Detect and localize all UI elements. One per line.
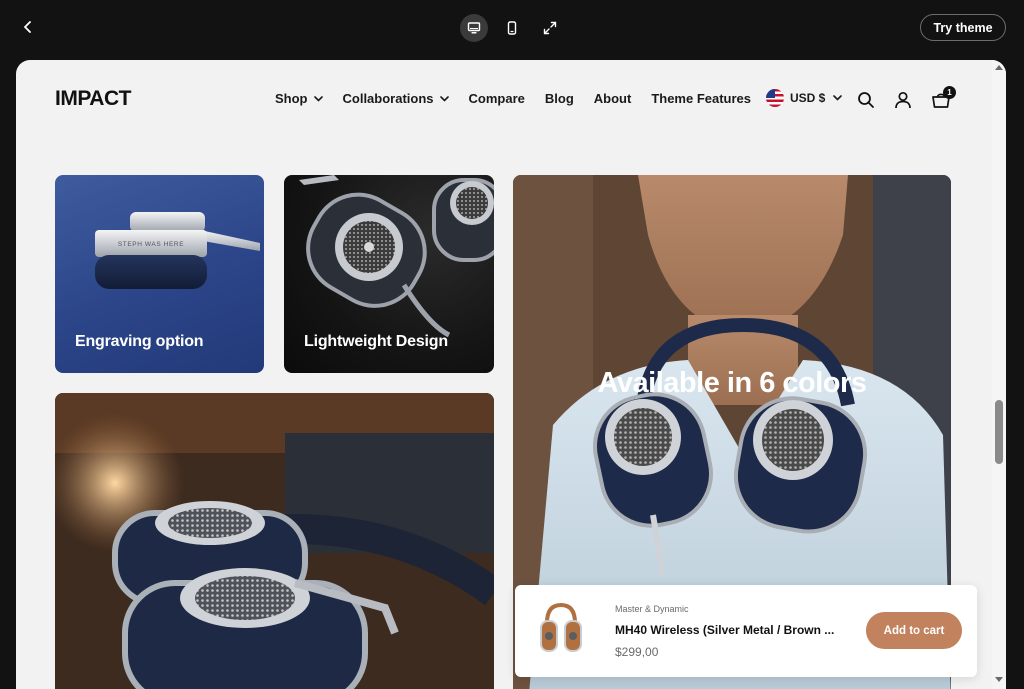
user-icon: [895, 91, 911, 109]
mobile-icon: [507, 21, 517, 35]
scroll-up-arrow-icon[interactable]: [994, 62, 1004, 72]
store-preview-frame: IMPACT Shop Collaborations Compare Blog …: [16, 60, 1006, 689]
chevron-down-icon: [833, 95, 843, 101]
nav-item-label: About: [593, 91, 632, 106]
scroll-down-arrow-icon[interactable]: [994, 675, 1004, 685]
nav-item-label: Collaborations: [342, 91, 434, 106]
tile-headphones-lifestyle[interactable]: [55, 393, 494, 689]
tile-engraving-option[interactable]: STEPH WAS HERE Engraving option: [55, 175, 264, 373]
tile-caption: Engraving option: [75, 333, 204, 350]
try-theme-button[interactable]: Try theme: [920, 14, 1006, 41]
chevron-down-icon: [439, 95, 449, 102]
search-button[interactable]: [855, 89, 877, 111]
nav-item-shop[interactable]: Shop: [275, 91, 323, 106]
nav-item-label: Compare: [468, 91, 525, 106]
nav-item-label: Shop: [275, 91, 308, 106]
nav-item-label: Theme Features: [651, 91, 752, 106]
chevron-down-icon: [313, 95, 323, 102]
us-flag-icon: [766, 89, 784, 107]
cart-count-badge: 1: [943, 86, 956, 99]
chevron-left-icon: [24, 21, 31, 33]
tile-caption: Lightweight Design: [304, 333, 448, 350]
cart-button[interactable]: 1: [930, 86, 956, 111]
nav-item-blog[interactable]: Blog: [545, 91, 574, 106]
scroll-thumb[interactable]: [995, 400, 1003, 464]
preview-toolbar: Try theme: [0, 0, 1024, 58]
expand-icon: [543, 21, 557, 35]
nav-item-collaborations[interactable]: Collaborations: [343, 91, 449, 106]
currency-selector[interactable]: USD $: [766, 89, 843, 107]
product-thumbnail[interactable]: [535, 599, 587, 663]
main-navigation: Shop Collaborations Compare Blog About T…: [275, 91, 771, 106]
add-to-cart-button[interactable]: Add to cart: [866, 612, 962, 649]
store-logo[interactable]: IMPACT: [55, 87, 131, 111]
desktop-view-button[interactable]: [460, 14, 488, 42]
sticky-add-to-cart-bar: Master & Dynamic MH40 Wireless (Silver M…: [515, 585, 977, 677]
nav-item-label: Blog: [544, 91, 574, 106]
headphones-on-table-image: [55, 393, 494, 689]
store-header: IMPACT Shop Collaborations Compare Blog …: [16, 60, 992, 140]
engraving-text: STEPH WAS HERE: [118, 241, 184, 248]
tile-lightweight-design[interactable]: Lightweight Design: [284, 175, 494, 373]
desktop-icon: [467, 22, 481, 34]
product-title[interactable]: MH40 Wireless (Silver Metal / Brown ...: [615, 623, 834, 637]
nav-item-about[interactable]: About: [594, 91, 632, 106]
product-vendor: Master & Dynamic: [615, 604, 689, 614]
mobile-view-button[interactable]: [498, 14, 526, 42]
search-icon: [858, 92, 874, 108]
device-switcher: [460, 14, 564, 42]
product-price: $299,00: [615, 645, 659, 659]
account-button[interactable]: [892, 89, 914, 111]
currency-label: USD $: [790, 91, 826, 105]
back-button[interactable]: [16, 15, 40, 39]
nav-item-theme-features[interactable]: Theme Features: [651, 91, 751, 106]
tile-title: Available in 6 colors: [597, 367, 867, 399]
page-scrollbar[interactable]: [992, 60, 1006, 689]
nav-item-compare[interactable]: Compare: [469, 91, 525, 106]
fullscreen-button[interactable]: [536, 14, 564, 42]
